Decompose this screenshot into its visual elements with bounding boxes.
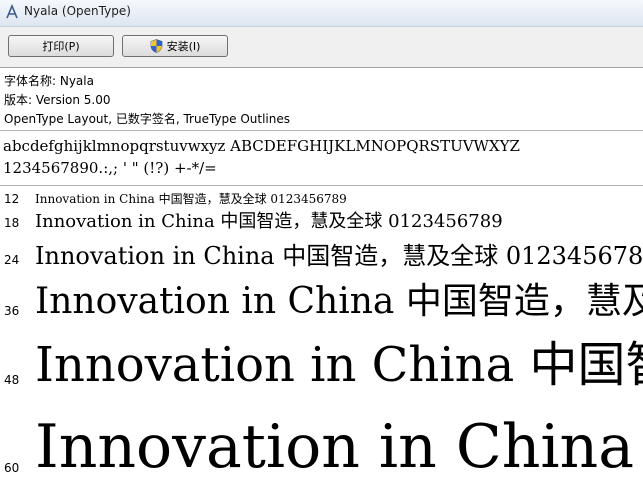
shield-icon [150,39,162,53]
sample-text: Innovation in China 中国智造，慧及全球 0123456789 [35,192,347,206]
point-size-label: 36 [4,304,20,318]
print-button[interactable]: 打印(P) [8,35,114,57]
font-version-text: 版本: Version 5.00 [4,93,111,107]
install-button-label: 安装(I) [166,40,201,53]
toolbar: 打印(P) 安装(I) [0,27,643,68]
font-viewer-window: Nyala (OpenType) 打印(P) 安装(I) 字体名称: Nyala… [0,0,643,479]
point-size-label: 48 [4,373,20,387]
size-samples-section: 12 Innovation in China 中国智造，慧及全球 0123456… [0,186,643,479]
sample-text: Innovation in China 中国智造，慧及全球 0123456789 [35,337,643,393]
digits-punctuation-sample: 1234567890.:,; ' " (!?) +-*/= [3,159,217,177]
point-size-label: 60 [4,461,20,475]
sample-text: Innovation in China 中国智造，慧及全球 0123456789 [35,211,503,232]
title-bar: Nyala (OpenType) [0,0,643,27]
font-features-text: OpenType Layout, 已数字签名, TrueType Outline… [4,112,291,126]
font-info-section: 字体名称: Nyala 版本: Version 5.00 OpenType La… [0,68,643,131]
window-title: Nyala (OpenType) [24,4,131,18]
point-size-label: 18 [4,216,20,230]
sample-text: Innovation in China 中国智造，慧及全球 0123456789 [35,242,643,270]
character-set-section: abcdefghijklmnopqrstuvwxyz ABCDEFGHIJKLM… [0,131,643,186]
print-button-label: 打印(P) [42,40,80,53]
point-size-label: 12 [4,192,20,206]
font-name-text: 字体名称: Nyala [4,74,94,88]
sample-text: Innovation in China 中国智造，慧及全球 0123456789 [35,281,643,322]
point-size-label: 24 [4,253,20,267]
alphabet-sample: abcdefghijklmnopqrstuvwxyz ABCDEFGHIJKLM… [3,137,520,155]
install-button[interactable]: 安装(I) [122,35,228,57]
font-file-icon [6,4,18,19]
sample-text: Innovation in China 中国智造，慧及全球 0123456789 [35,412,643,479]
